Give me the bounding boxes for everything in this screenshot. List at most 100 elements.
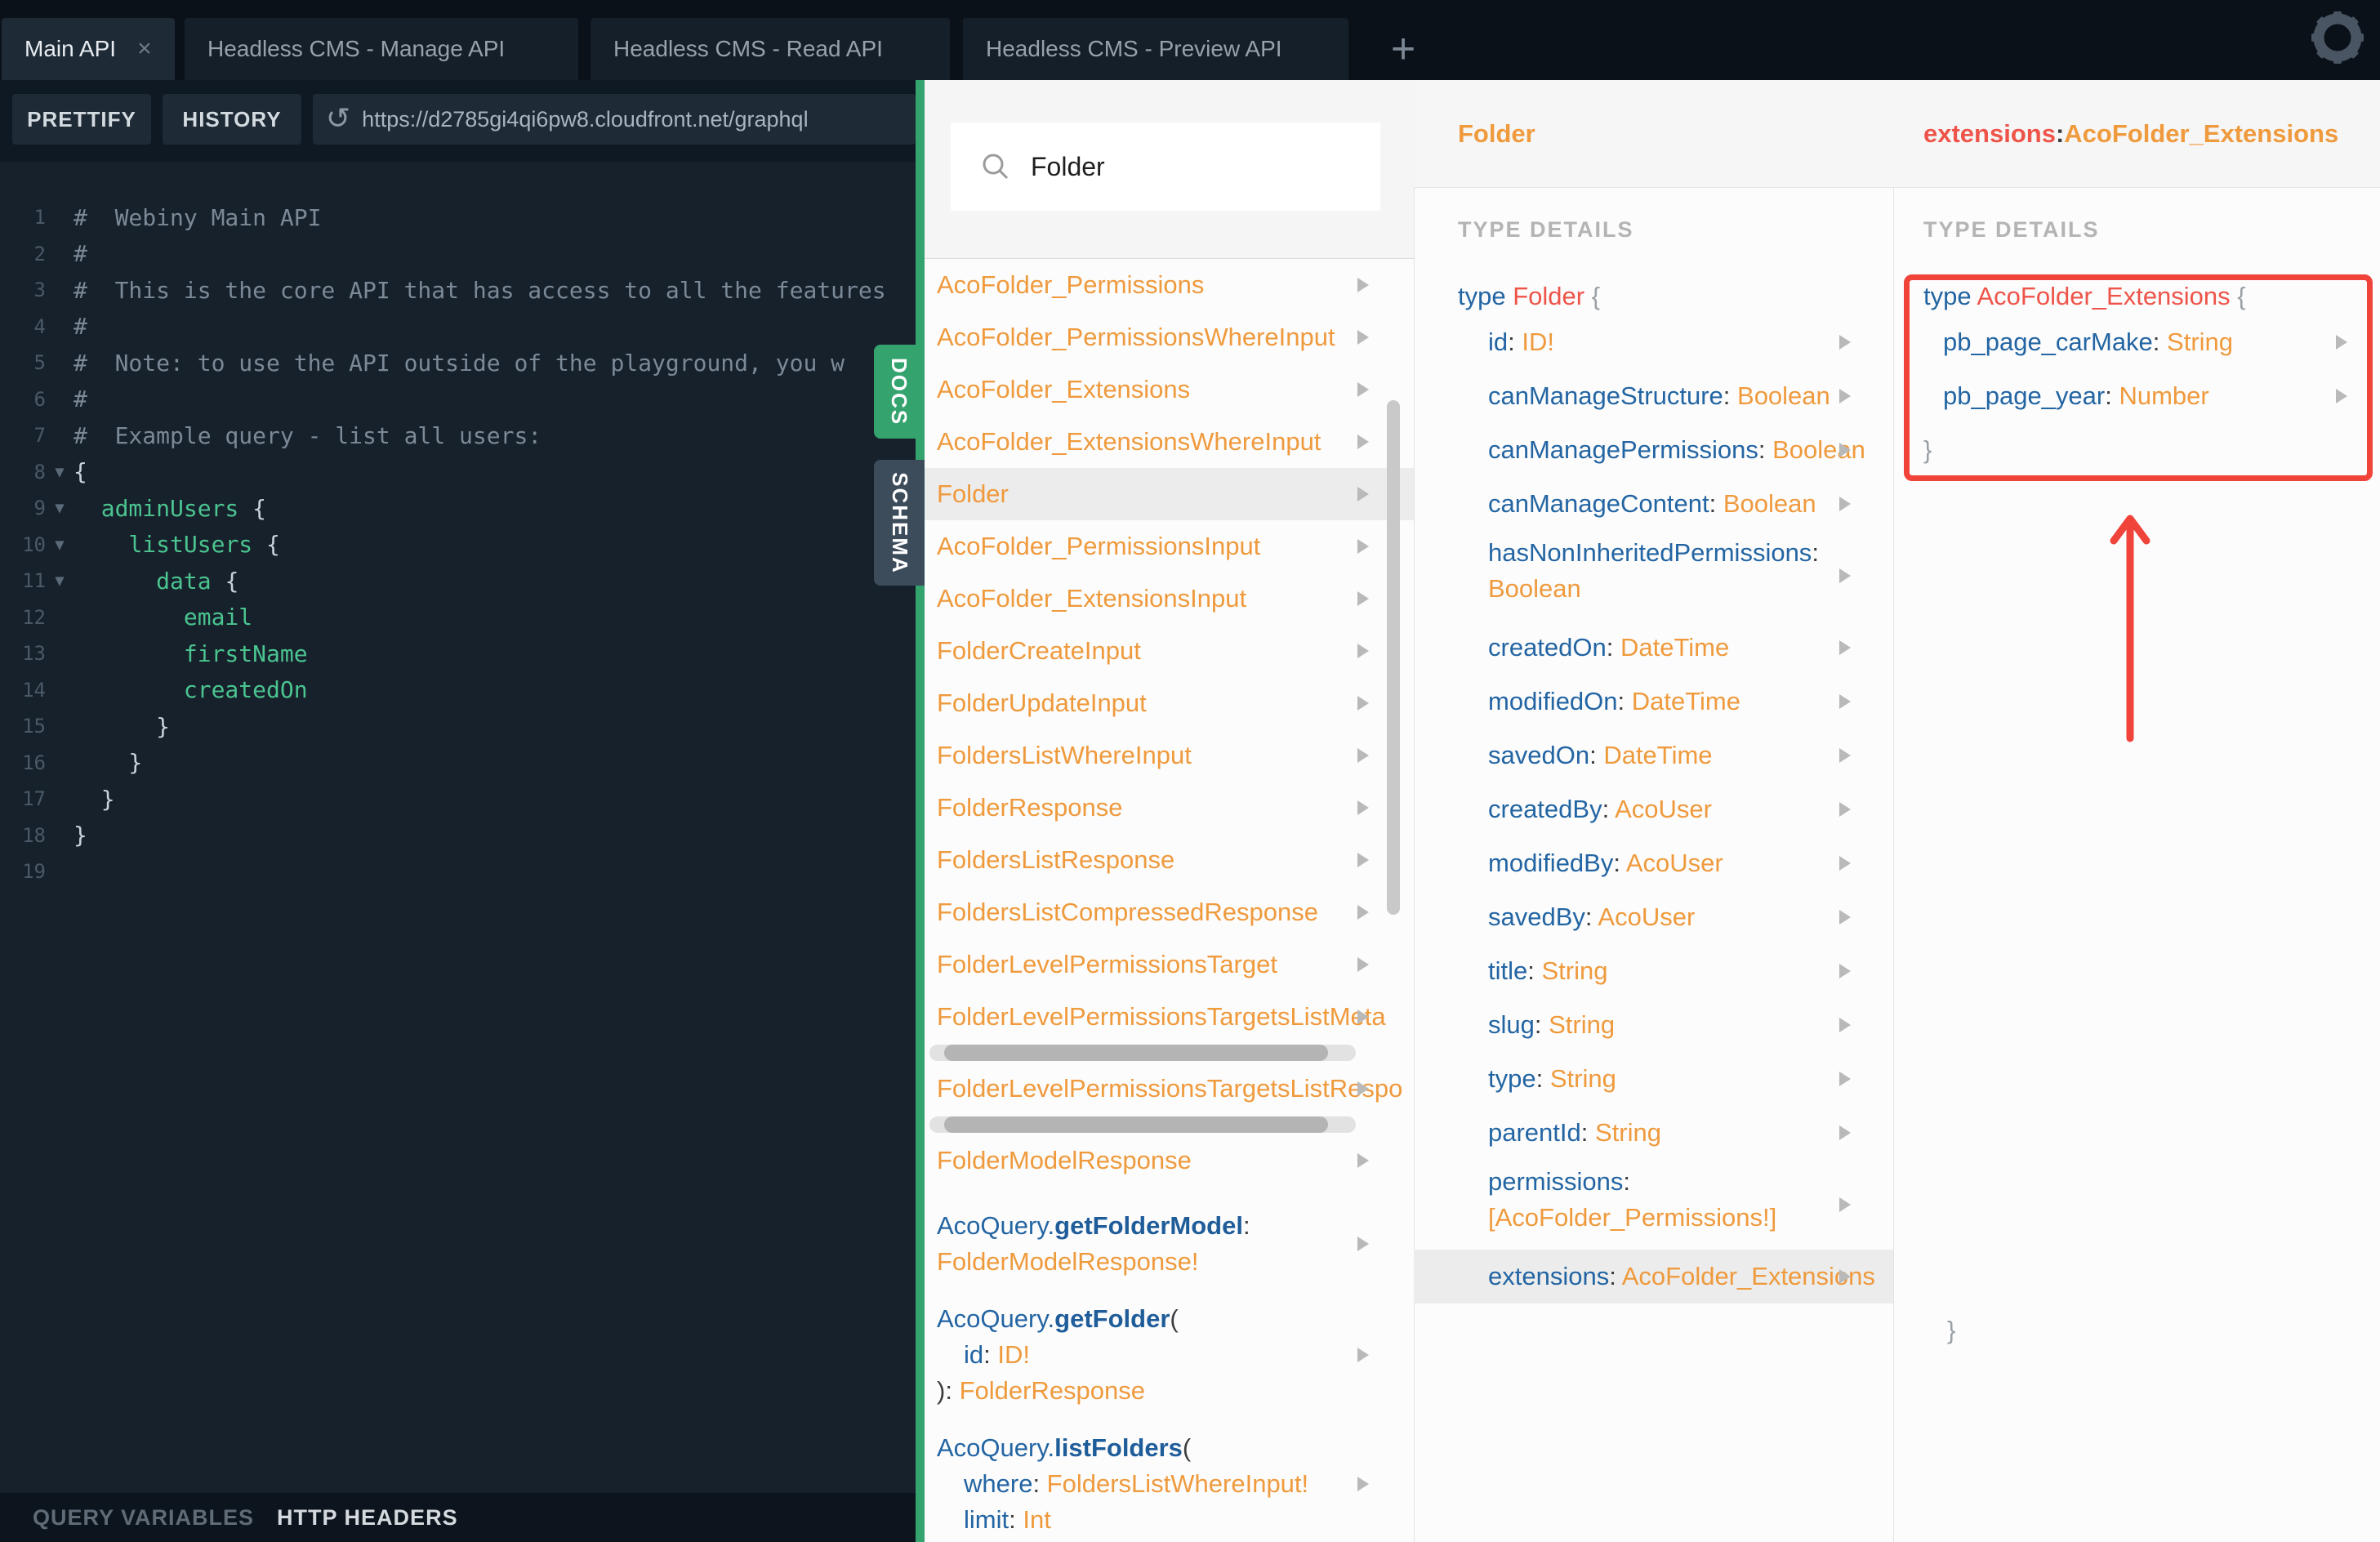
field-row-savedOn[interactable]: savedOn: DateTime: [1414, 729, 1893, 782]
field-row-pb_page_carMake[interactable]: pb_page_carMake: String: [1893, 315, 2380, 369]
api-tab-3[interactable]: Headless CMS - Read API: [591, 18, 950, 80]
fold-arrow-icon[interactable]: ▼: [46, 536, 74, 554]
text-segment: :: [1032, 1469, 1047, 1498]
type-list-item[interactable]: AcoFolder_PermissionsInput: [925, 520, 1414, 573]
type-list-item[interactable]: FolderCreateInput: [925, 625, 1414, 677]
field-row-permissions[interactable]: permissions: [AcoFolder_Permissions!]: [1414, 1160, 1893, 1250]
api-tab-2[interactable]: Headless CMS - Manage API: [185, 18, 578, 80]
panel-divider[interactable]: [916, 80, 925, 1542]
editor-line-8[interactable]: 8 ▼{: [0, 454, 916, 491]
field-row-pb_page_year[interactable]: pb_page_year: Number: [1893, 369, 2380, 423]
editor-line-12[interactable]: 12 email: [0, 599, 916, 636]
type-list-item[interactable]: FolderUpdateInput: [925, 677, 1414, 729]
type-list: AcoFolder_Permissions AcoFolder_Permissio…: [925, 259, 1414, 1538]
chevron-right-icon: [1357, 1009, 1369, 1024]
closing-brace: }: [1947, 1316, 1956, 1344]
editor-line-19[interactable]: 19: [0, 853, 916, 890]
text-segment: :: [1623, 1167, 1631, 1196]
editor-line-3[interactable]: 3 # This is the core API that has access …: [0, 272, 916, 309]
editor-line-7[interactable]: 7 # Example query - list all users:: [0, 417, 916, 454]
type-list-item[interactable]: FoldersListResponse: [925, 834, 1414, 886]
editor-line-14[interactable]: 14 createdOn: [0, 672, 916, 709]
gear-icon[interactable]: [2310, 10, 2365, 65]
query-editor[interactable]: 1 # Webiny Main API 2 #3 # This is the core …: [0, 162, 916, 1493]
api-tab-1[interactable]: Main API ×: [2, 18, 175, 80]
type-list-item[interactable]: FolderModelResponse: [925, 1134, 1414, 1187]
chevron-right-icon: [1839, 748, 1851, 763]
add-tab-button[interactable]: +: [1379, 25, 1428, 74]
http-headers-tab[interactable]: HTTP HEADERS: [277, 1505, 458, 1531]
fold-arrow-icon[interactable]: ▼: [46, 572, 74, 590]
horizontal-scrollbar[interactable]: [929, 1043, 1356, 1063]
field-row-extensions[interactable]: extensions: AcoFolder_Extensions: [1414, 1250, 1893, 1304]
type-list-item[interactable]: FolderResponse: [925, 782, 1414, 834]
type-list-item[interactable]: Folder: [925, 468, 1414, 520]
editor-line-9[interactable]: 9 ▼ adminUsers {: [0, 490, 916, 527]
docs-side-tab[interactable]: DOCS: [874, 345, 925, 439]
field-row-canManageContent[interactable]: canManageContent: Boolean: [1414, 477, 1893, 531]
fold-arrow-icon[interactable]: ▼: [46, 463, 74, 481]
chevron-right-icon: [1357, 748, 1369, 763]
text-segment: hasNonInheritedPermissions: [1488, 538, 1812, 567]
type-list-item[interactable]: AcoFolder_Extensions: [925, 363, 1414, 416]
type-list-item[interactable]: FoldersListWhereInput: [925, 729, 1414, 782]
editor-line-4[interactable]: 4 #: [0, 309, 916, 345]
editor-line-11[interactable]: 11 ▼ data {: [0, 563, 916, 599]
type-list-item[interactable]: FolderLevelPermissionsTarget: [925, 938, 1414, 991]
editor-line-16[interactable]: 16 }: [0, 745, 916, 782]
field-row-savedBy[interactable]: savedBy: AcoUser: [1414, 890, 1893, 944]
fold-arrow-icon[interactable]: ▼: [46, 499, 74, 517]
editor-line-13[interactable]: 13 firstName: [0, 635, 916, 672]
query-list-item[interactable]: AcoQuery.getFolderModel: FolderModelRespo…: [925, 1208, 1414, 1280]
editor-line-5[interactable]: 5 # Note: to use the API outside of the p…: [0, 345, 916, 381]
text-segment: where: [964, 1469, 1033, 1498]
editor-line-17[interactable]: 17 }: [0, 781, 916, 818]
editor-line-18[interactable]: 18}: [0, 818, 916, 854]
type-list-item[interactable]: FolderLevelPermissionsTargetsListMeta: [925, 991, 1414, 1043]
type-name: FoldersListCompressedResponse: [937, 898, 1318, 926]
editor-line-10[interactable]: 10 ▼ listUsers {: [0, 527, 916, 564]
line-number: 15: [22, 715, 46, 738]
close-tab-icon[interactable]: ×: [137, 37, 152, 61]
text-segment: [74, 640, 184, 667]
editor-line-6[interactable]: 6 #: [0, 381, 916, 418]
type-list-item[interactable]: FoldersListCompressedResponse: [925, 886, 1414, 938]
chevron-right-icon: [1839, 964, 1851, 978]
field-row-title[interactable]: title: String: [1414, 944, 1893, 998]
api-tab-4[interactable]: Headless CMS - Preview API: [963, 18, 1348, 80]
history-button[interactable]: HISTORY: [163, 94, 301, 145]
query-list-item[interactable]: AcoQuery.getFolder(id: ID!): FolderRespo…: [925, 1301, 1414, 1409]
type-list-item[interactable]: AcoFolder_PermissionsWhereInput: [925, 311, 1414, 363]
field-row-canManageStructure[interactable]: canManageStructure: Boolean: [1414, 369, 1893, 423]
text-segment: }: [74, 785, 115, 813]
reload-icon[interactable]: ↺: [326, 105, 350, 134]
query-variables-tab[interactable]: QUERY VARIABLES: [33, 1505, 254, 1531]
docs-search-input[interactable]: Folder: [951, 123, 1380, 211]
field-row-type[interactable]: type: String: [1414, 1052, 1893, 1106]
field-row-slug[interactable]: slug: String: [1414, 998, 1893, 1052]
field-row-modifiedOn[interactable]: modifiedOn: DateTime: [1414, 675, 1893, 729]
horizontal-scrollbar[interactable]: [929, 1115, 1356, 1134]
vertical-scrollbar[interactable]: [1387, 400, 1400, 915]
field-row-id[interactable]: id: ID!: [1414, 315, 1893, 369]
editor-line-1[interactable]: 1 # Webiny Main API: [0, 199, 916, 236]
type-list-item[interactable]: AcoFolder_ExtensionsInput: [925, 573, 1414, 625]
chevron-right-icon: [1357, 800, 1369, 815]
editor-line-15[interactable]: 15 }: [0, 708, 916, 745]
field-row-hasNonInheritedPermissions[interactable]: hasNonInheritedPermissions: Boolean: [1414, 531, 1893, 621]
text-segment: data: [156, 567, 212, 595]
endpoint-url-input[interactable]: ↺ https://d2785gi4qi6pw8.cloudfront.net/…: [313, 94, 916, 145]
prettify-button[interactable]: PRETTIFY: [12, 94, 151, 145]
editor-line-2[interactable]: 2 #: [0, 236, 916, 273]
query-list-item[interactable]: AcoQuery.listFolders(where: FoldersListW…: [925, 1430, 1414, 1538]
field-row-modifiedBy[interactable]: modifiedBy: AcoUser: [1414, 836, 1893, 890]
field-row-createdBy[interactable]: createdBy: AcoUser: [1414, 782, 1893, 836]
field-row-canManagePermissions[interactable]: canManagePermissions: Boolean: [1414, 423, 1893, 477]
type-list-item[interactable]: AcoFolder_ExtensionsWhereInput: [925, 416, 1414, 468]
schema-side-tab[interactable]: SCHEMA: [874, 460, 925, 586]
type-list-item[interactable]: FolderLevelPermissionsTargetsListRespo: [925, 1063, 1414, 1115]
field-row-createdOn[interactable]: createdOn: DateTime: [1414, 621, 1893, 675]
type-list-item[interactable]: AcoFolder_Permissions: [925, 259, 1414, 311]
chevron-right-icon: [1839, 910, 1851, 925]
field-row-parentId[interactable]: parentId: String: [1414, 1106, 1893, 1160]
